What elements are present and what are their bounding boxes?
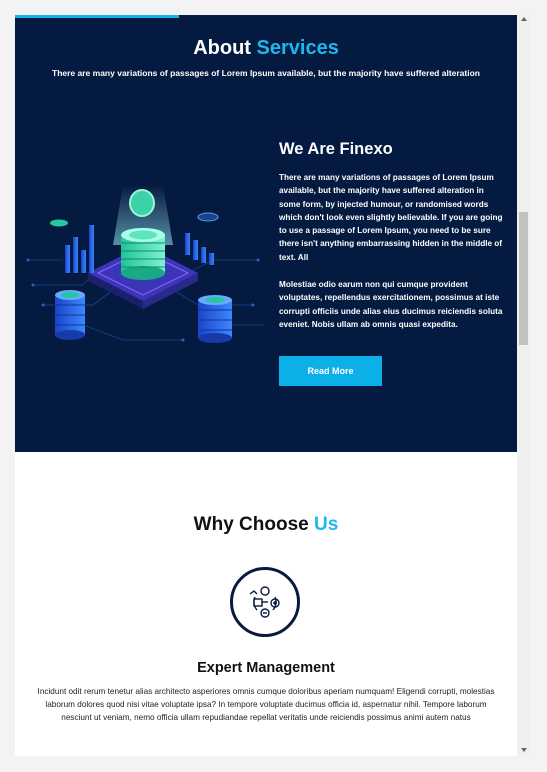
about-subtitle: There are many variations of passages of…: [52, 68, 480, 78]
about-title: About Services: [15, 37, 517, 60]
page-viewport: About Services There are many variations…: [15, 15, 517, 756]
why-title-highlight: Us: [314, 514, 339, 535]
scroll-thumb[interactable]: [519, 212, 528, 345]
intro-title: We Are Finexo: [279, 140, 393, 158]
feature-description: Incidunt odit rerum tenetur alias archit…: [37, 687, 495, 722]
about-title-prefix: About: [193, 37, 251, 59]
scroll-up-icon[interactable]: [520, 17, 527, 21]
about-section: About Services There are many variations…: [15, 15, 517, 452]
accent-line: [15, 15, 179, 18]
why-title-prefix: Why Choose: [193, 514, 309, 535]
finance-illustration: [26, 185, 263, 343]
intro-paragraph-1: There are many variations of passages of…: [279, 173, 503, 262]
why-choose-title: Why Choose Us: [15, 514, 517, 536]
intro-paragraph-2: Molestiae odio earum non qui cumque prov…: [279, 280, 503, 329]
management-icon: [230, 567, 300, 637]
scrollbar[interactable]: [517, 15, 530, 756]
intro-text: We Are Finexo There are many variations …: [279, 140, 504, 331]
feature-title: Expert Management: [197, 660, 335, 676]
about-title-highlight: Services: [256, 37, 339, 59]
scroll-down-icon[interactable]: [520, 748, 527, 752]
read-more-button[interactable]: Read More: [279, 356, 382, 386]
